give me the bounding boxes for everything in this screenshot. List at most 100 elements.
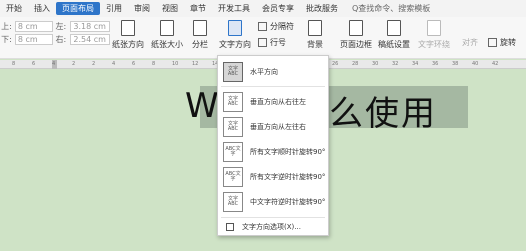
separator-icon — [258, 22, 267, 31]
rotate-ccw-icon: ABC文字 — [223, 166, 243, 187]
options-icon — [226, 223, 234, 231]
page-border-icon — [349, 20, 363, 36]
page-border-button[interactable]: 页面边框 — [340, 20, 372, 50]
ruler-tick: 36 — [432, 61, 439, 67]
tab-view[interactable]: 视图 — [156, 2, 184, 15]
margin-top-input[interactable]: 8 cm — [14, 21, 53, 32]
ruler-tick: 8 — [12, 61, 16, 67]
page-setup-button[interactable]: 稿纸设置 — [378, 20, 410, 50]
command-search[interactable]: Q查找命令、搜索模板 — [352, 3, 430, 14]
menu-item-label: 所有文字顺时针旋转90° — [250, 147, 326, 156]
separator-button[interactable]: 分隔符 — [258, 21, 294, 32]
margin-right-input[interactable]: 2.54 cm — [70, 34, 110, 45]
ruler-tick: 4 — [52, 61, 56, 67]
ribbon-tab-bar: 开始 插入 页面布局 引用 审阅 视图 章节 开发工具 会员专享 批改服务 Q查… — [0, 0, 526, 17]
tab-correction[interactable]: 批改服务 — [300, 2, 344, 15]
menu-item-label: 水平方向 — [250, 67, 278, 76]
vertical-rtl-icon: 文字ABC — [223, 91, 243, 112]
vertical-ltr-icon: 文字ABC — [223, 116, 243, 137]
search-label: Q查找命令、搜索模板 — [352, 4, 431, 13]
ruler-tick: 8 — [152, 61, 156, 67]
tab-page-layout[interactable]: 页面布局 — [56, 2, 100, 15]
ruler-tick: 34 — [412, 61, 419, 67]
ruler-tick: 12 — [192, 61, 199, 67]
margin-left-input[interactable]: 3.18 cm — [70, 21, 110, 32]
ruler-tick: 2 — [92, 61, 96, 67]
columns-label: 分栏 — [192, 40, 208, 49]
rotate-cw-icon: ABC文字 — [223, 141, 243, 162]
rotate-button[interactable]: 旋转 — [488, 37, 516, 48]
tab-member[interactable]: 会员专享 — [256, 2, 300, 15]
menu-divider — [221, 86, 325, 87]
paper-size-button[interactable]: 纸张大小 — [151, 20, 183, 50]
ruler-tick: 28 — [352, 61, 359, 67]
ruler-tick: 2 — [72, 61, 76, 67]
ruler-tick: 6 — [32, 61, 36, 67]
text-direction-icon — [228, 20, 242, 36]
margin-top-label: 上: — [1, 22, 12, 31]
line-number-label: 行号 — [270, 38, 286, 47]
align-label: 对齐 — [462, 38, 478, 47]
background-button[interactable]: 背景 — [307, 20, 323, 50]
align-button[interactable]: 对齐 — [462, 37, 478, 48]
horizontal-text-icon: 文字ABC — [223, 61, 243, 82]
margin-right-label: 右: — [55, 35, 67, 44]
line-number-button[interactable]: 行号 — [258, 37, 286, 48]
menu-item-cjk-rotate[interactable]: 文字ABC 中文字符逆时针旋转90° — [218, 188, 328, 215]
document-heading: W 怎么使用 — [185, 86, 435, 134]
menu-item-label: 垂直方向从左往右 — [250, 122, 306, 131]
ruler-tick: 10 — [172, 61, 179, 67]
menu-divider — [221, 217, 325, 218]
text-direction-button[interactable]: 文字方向 — [219, 20, 251, 50]
orientation-icon — [121, 20, 135, 36]
text-wrap-button[interactable]: 文字环绕 — [418, 20, 450, 50]
ruler-tick: 40 — [472, 61, 479, 67]
paper-size-label: 纸张大小 — [151, 40, 183, 49]
paper-size-icon — [160, 20, 174, 36]
menu-item-label: 所有文字逆时针旋转90° — [250, 172, 326, 181]
ruler-tick: 26 — [332, 61, 339, 67]
separator-label: 分隔符 — [270, 22, 294, 31]
background-label: 背景 — [307, 40, 323, 49]
page-setup-icon — [387, 20, 401, 36]
margin-left-label: 左: — [55, 22, 67, 31]
margin-bottom-label: 下: — [1, 35, 12, 44]
tab-insert[interactable]: 插入 — [28, 2, 56, 15]
text-direction-label: 文字方向 — [219, 40, 251, 49]
tab-home[interactable]: 开始 — [0, 2, 28, 15]
rotate-label: 旋转 — [500, 38, 516, 47]
text-direction-menu: 文字ABC 水平方向 文字ABC 垂直方向从右往左 文字ABC 垂直方向从左往右… — [217, 55, 329, 236]
menu-item-vertical-ltr[interactable]: 文字ABC 垂直方向从左往右 — [218, 113, 328, 140]
ruler-tick: 4 — [112, 61, 116, 67]
page-setup-label: 稿纸设置 — [378, 40, 410, 49]
menu-item-label: 垂直方向从右往左 — [250, 97, 306, 106]
rotate-icon — [488, 38, 497, 47]
margin-bottom-input[interactable]: 8 cm — [14, 34, 53, 45]
menu-item-label: 中文字符逆时针旋转90° — [250, 197, 326, 206]
menu-item-horizontal[interactable]: 文字ABC 水平方向 — [218, 58, 328, 85]
columns-icon — [193, 20, 207, 36]
ruler-tick: 6 — [132, 61, 136, 67]
tab-review[interactable]: 审阅 — [128, 2, 156, 15]
menu-item-rotate-cw[interactable]: ABC文字 所有文字顺时针旋转90° — [218, 138, 328, 165]
cjk-rotate-icon: 文字ABC — [223, 191, 243, 212]
orientation-button[interactable]: 纸张方向 — [112, 20, 144, 50]
background-icon — [308, 20, 322, 36]
margins-group: 上: 8 cm 左: 3.18 cm 下: 8 cm 右: 2.54 cm — [0, 20, 110, 46]
ruler-tick: 32 — [392, 61, 399, 67]
tab-developer[interactable]: 开发工具 — [212, 2, 256, 15]
tab-references[interactable]: 引用 — [100, 2, 128, 15]
options-label: 文字方向选项(X)... — [242, 223, 301, 231]
page-border-label: 页面边框 — [340, 40, 372, 49]
menu-item-vertical-rtl[interactable]: 文字ABC 垂直方向从右往左 — [218, 88, 328, 115]
menu-item-direction-options[interactable]: 文字方向选项(X)... — [218, 219, 328, 235]
ruler-tick: 38 — [452, 61, 459, 67]
ruler-tick: 30 — [372, 61, 379, 67]
menu-item-rotate-ccw[interactable]: ABC文字 所有文字逆时针旋转90° — [218, 163, 328, 190]
columns-button[interactable]: 分栏 — [192, 20, 208, 50]
text-wrap-label: 文字环绕 — [418, 40, 450, 49]
tab-sections[interactable]: 章节 — [184, 2, 212, 15]
text-wrap-icon — [427, 20, 441, 36]
orientation-label: 纸张方向 — [112, 40, 144, 49]
heading-first-char: W — [185, 86, 221, 126]
